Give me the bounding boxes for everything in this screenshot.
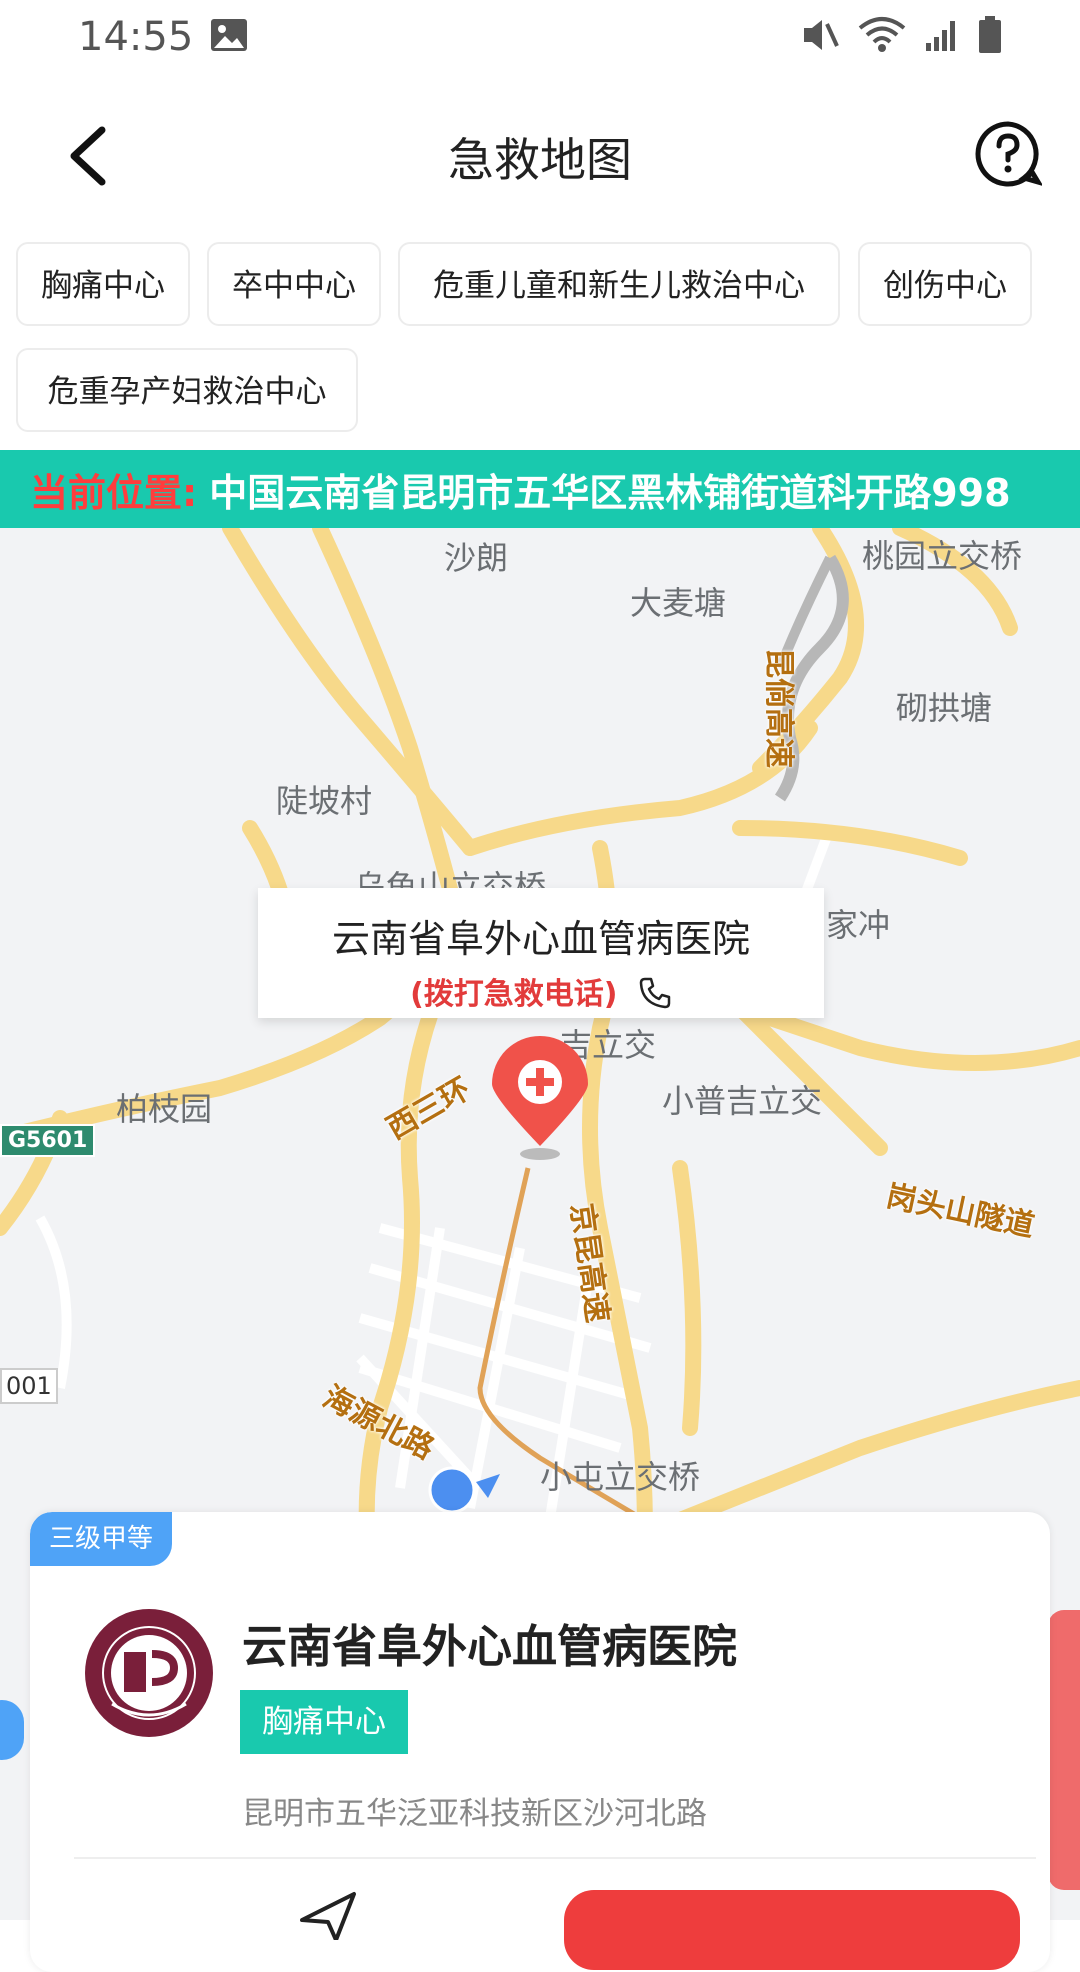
chip-trauma[interactable]: 创伤中心	[858, 242, 1032, 326]
phone-icon	[639, 977, 671, 1009]
map-place-label: 沙朗	[444, 539, 509, 577]
map-place-label: 桃园立交桥	[862, 537, 1023, 575]
location-address: 中国云南省昆明市五华区黑林铺街道科开路998	[209, 470, 1011, 515]
location-label: 当前位置:	[30, 470, 198, 515]
hospital-marker-icon[interactable]	[488, 1036, 592, 1162]
hospital-card[interactable]: 三级甲等 云南省阜外心血管病医院 胸痛中心 昆明市五华泛亚科技新区沙河北路	[30, 1512, 1050, 1972]
signal-icon	[926, 21, 955, 51]
my-location-icon	[428, 1466, 500, 1514]
hospital-name: 云南省阜外心血管病医院	[242, 1620, 738, 1673]
image-icon	[211, 19, 247, 51]
center-tag: 胸痛中心	[240, 1690, 408, 1754]
chip-chest-pain[interactable]: 胸痛中心	[16, 242, 190, 326]
highway-shield: 001	[0, 1368, 58, 1404]
help-icon[interactable]	[974, 120, 1042, 188]
mute-icon	[804, 20, 839, 50]
map-place-label: 柏枝园	[116, 1090, 213, 1128]
battery-icon	[979, 16, 1001, 53]
map-place-label: 家冲	[826, 906, 891, 944]
chip-stroke[interactable]: 卒中中心	[207, 242, 381, 326]
popup-call-emergency[interactable]: (拨打急救电话)	[258, 969, 824, 1013]
map-road-label: 昆倘高速	[761, 648, 796, 768]
popup-hospital-name: 云南省阜外心血管病医院	[331, 917, 750, 961]
call-emergency-button[interactable]	[564, 1890, 1020, 1970]
map-place-label: 小普吉立交	[662, 1082, 823, 1120]
chip-critical-maternal[interactable]: 危重孕产妇救治中心	[16, 348, 358, 432]
map-place-label: 大麦塘	[630, 584, 727, 622]
card-divider	[74, 1857, 1036, 1859]
map-place-label: 陡坡村	[276, 782, 373, 820]
status-time: 14:55	[78, 14, 194, 60]
app-header: 急救地图	[0, 100, 1080, 210]
map-place-label: 小屯立交桥	[540, 1458, 701, 1496]
current-location-bar: 当前位置: 中国云南省昆明市五华区黑林铺街道科开路998	[0, 450, 1080, 528]
status-bar: 14:55	[0, 0, 1080, 72]
popup-call-label: (拨打急救电话)	[410, 977, 618, 1012]
hospital-logo	[85, 1609, 213, 1737]
status-icons	[800, 16, 1002, 54]
chip-critical-children[interactable]: 危重儿童和新生儿救治中心	[398, 242, 840, 326]
grade-badge: 三级甲等	[30, 1512, 172, 1566]
hospital-popup[interactable]: 云南省阜外心血管病医院 (拨打急救电话)	[258, 888, 824, 1018]
highway-shield: G5601	[0, 1124, 96, 1157]
page-title: 急救地图	[448, 133, 632, 187]
map-place-label: 砌拱塘	[896, 689, 993, 727]
wifi-icon	[858, 17, 906, 52]
navigate-icon[interactable]	[298, 1890, 358, 1940]
hospital-address: 昆明市五华泛亚科技新区沙河北路	[242, 1796, 707, 1832]
map-cluster-markers	[1048, 1610, 1080, 1890]
